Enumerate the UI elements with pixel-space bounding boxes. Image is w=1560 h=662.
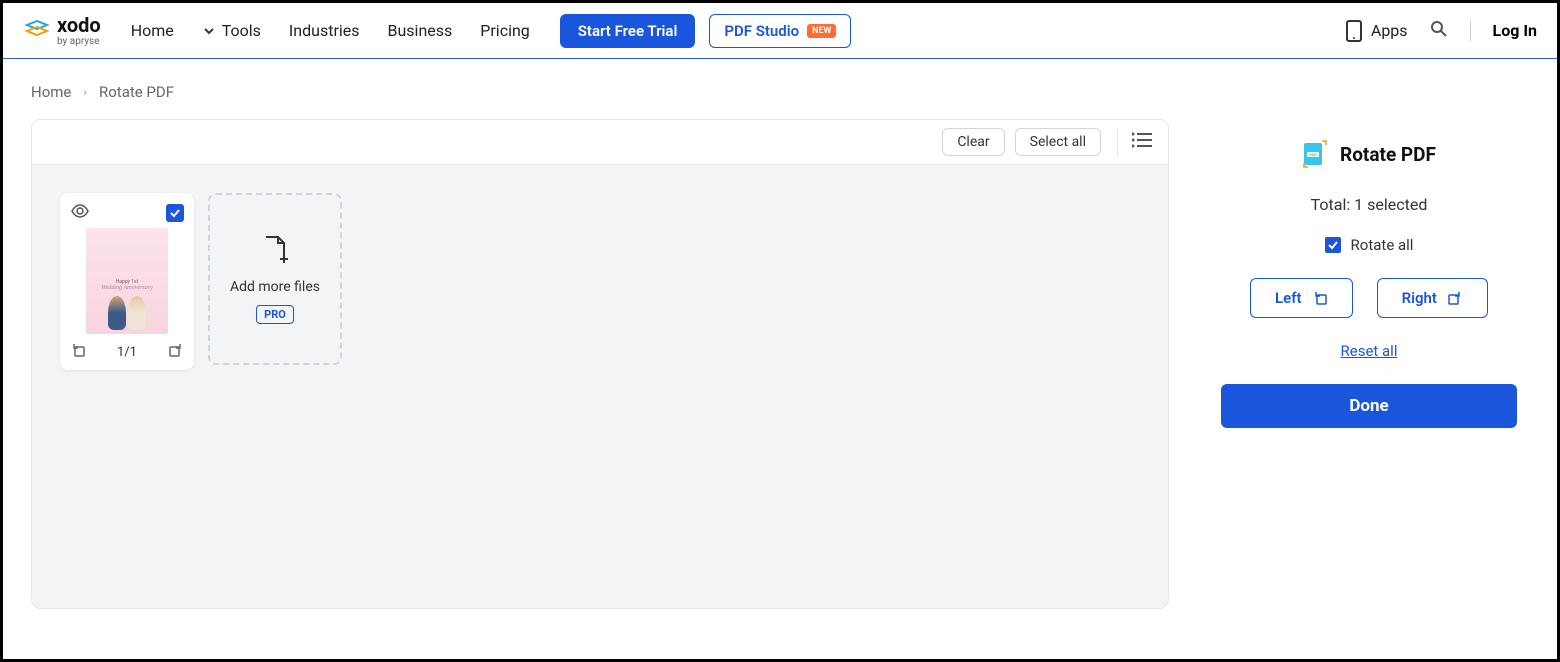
- rotate-ccw-icon: [1312, 290, 1328, 306]
- divider: [1470, 21, 1471, 41]
- rotate-buttons: Left Right: [1250, 278, 1488, 318]
- nav-business[interactable]: Business: [388, 21, 453, 40]
- toolbar: Clear Select all: [32, 120, 1168, 165]
- rotate-left-icon[interactable]: [70, 342, 86, 362]
- total-selected: Total: 1 selected: [1311, 195, 1428, 214]
- rotate-cw-icon: [1447, 290, 1463, 306]
- main: Clear Select all Happy 1st Wedding An: [3, 119, 1557, 609]
- page-number: 1/1: [117, 345, 137, 360]
- breadcrumb-current: Rotate PDF: [99, 83, 174, 101]
- logo-brand: xodo: [57, 15, 101, 35]
- pdf-rotate-icon: PDF: [1302, 139, 1328, 169]
- select-all-button[interactable]: Select all: [1015, 128, 1101, 156]
- clear-button[interactable]: Clear: [942, 128, 1004, 156]
- page-checkbox[interactable]: [166, 204, 184, 222]
- add-more-files-button[interactable]: Add more files PRO: [208, 193, 342, 365]
- new-badge: NEW: [807, 24, 836, 38]
- page-preview: Happy 1st Wedding Anniversary: [86, 228, 168, 334]
- chevron-right-icon: ›: [83, 85, 87, 99]
- nav-industries[interactable]: Industries: [289, 21, 360, 40]
- file-add-icon: [262, 235, 288, 269]
- nav-pricing[interactable]: Pricing: [480, 21, 530, 40]
- list-view-icon[interactable]: [1117, 128, 1156, 156]
- sidebar: PDF Rotate PDF Total: 1 selected Rotate …: [1209, 119, 1529, 609]
- logo-icon: [23, 17, 51, 45]
- start-free-trial-button[interactable]: Start Free Trial: [560, 14, 696, 48]
- rotate-right-icon[interactable]: [168, 342, 184, 362]
- pro-badge: PRO: [256, 305, 294, 324]
- reset-all-link[interactable]: Reset all: [1341, 342, 1398, 360]
- breadcrumb-home[interactable]: Home: [31, 83, 71, 101]
- chevron-down-icon: [202, 24, 216, 38]
- preview-icon[interactable]: [70, 203, 90, 222]
- rotate-all-checkbox[interactable]: Rotate all: [1325, 236, 1414, 254]
- canvas: Happy 1st Wedding Anniversary 1/1: [32, 165, 1168, 609]
- workspace: Clear Select all Happy 1st Wedding An: [31, 119, 1169, 609]
- done-button[interactable]: Done: [1221, 384, 1517, 428]
- sidebar-title: PDF Rotate PDF: [1302, 139, 1436, 169]
- login-link[interactable]: Log In: [1493, 21, 1537, 40]
- search-icon[interactable]: [1430, 20, 1448, 42]
- checkbox-icon: [1325, 237, 1341, 253]
- nav-home[interactable]: Home: [131, 21, 174, 40]
- header-right: Apps Log In: [1345, 19, 1537, 43]
- logo-subtitle: by apryse: [57, 37, 101, 47]
- svg-text:PDF: PDF: [1309, 152, 1317, 157]
- page-thumbnail[interactable]: Happy 1st Wedding Anniversary 1/1: [60, 193, 194, 370]
- breadcrumb: Home › Rotate PDF: [3, 59, 1557, 119]
- phone-icon: [1345, 19, 1363, 43]
- rotate-right-button[interactable]: Right: [1377, 278, 1488, 318]
- header: xodo by apryse Home Tools Industries Bus…: [3, 3, 1557, 59]
- nav: Home Tools Industries Business Pricing: [131, 21, 530, 40]
- add-more-label: Add more files: [230, 279, 320, 295]
- logo[interactable]: xodo by apryse: [23, 15, 101, 47]
- pdf-studio-button[interactable]: PDF Studio NEW: [709, 14, 851, 48]
- nav-tools[interactable]: Tools: [202, 21, 261, 40]
- apps-link[interactable]: Apps: [1345, 19, 1408, 43]
- rotate-left-button[interactable]: Left: [1250, 278, 1353, 318]
